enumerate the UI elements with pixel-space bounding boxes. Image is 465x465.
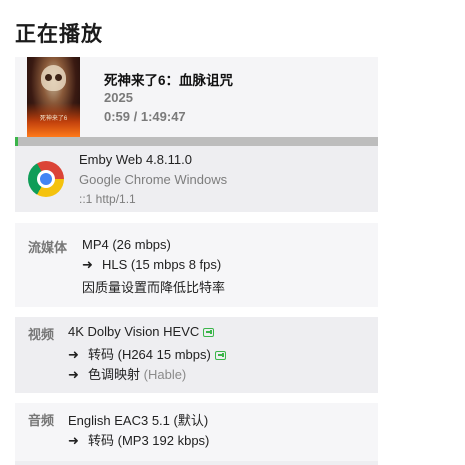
video-info-card: 视频 4K Dolby Vision HEVC ➜ 转码 (H264 15 mbp… — [15, 317, 378, 393]
chrome-icon-core — [40, 173, 52, 185]
audio-source: English EAC3 5.1 (默认) — [68, 413, 209, 428]
arrow-right-icon: ➜ — [82, 257, 93, 272]
client-app-name: Emby Web 4.8.11.0 — [79, 152, 192, 167]
arrow-right-icon: ➜ — [68, 433, 79, 448]
client-browser: Google Chrome Windows — [79, 172, 228, 187]
video-source: 4K Dolby Vision HEVC — [68, 324, 200, 339]
poster-title-text: 死神来了6 — [39, 116, 68, 122]
audio-transcode-line: ➜ 转码 (MP3 192 kbps) — [68, 430, 209, 449]
video-tonemap: 色调映射 — [88, 367, 141, 382]
audio-info-card: 音频 English EAC3 5.1 (默认) ➜ 转码 (MP3 192 kb… — [15, 403, 378, 461]
hardware-acceleration-icon — [203, 328, 215, 337]
hardware-acceleration-icon — [214, 351, 226, 360]
next-card-edge — [15, 461, 378, 465]
video-tonemap-line: ➜ 色调映射 (Hable) — [68, 364, 186, 383]
playback-progress-bar — [15, 137, 378, 146]
playback-progress-fill — [15, 137, 19, 146]
video-transcode: 转码 (H264 15 mbps) — [88, 347, 211, 362]
video-tonemap-mode: (Hable) — [143, 367, 187, 382]
page-title: 正在播放 — [15, 23, 103, 46]
chrome-icon-ring — [37, 170, 55, 188]
now-playing-card[interactable]: 死神来了6 死神来了6：血脉诅咒 2025 0:59 / 1:49:47 — [15, 57, 378, 137]
streaming-info-card: 流媒体 MP4 (26 mbps) ➜ HLS (15 mbps 8 fps) 因… — [15, 223, 378, 307]
chrome-icon — [28, 161, 64, 197]
video-label: 视频 — [28, 327, 55, 342]
streaming-label: 流媒体 — [28, 240, 68, 255]
streaming-hls: HLS (15 mbps 8 fps) — [102, 257, 222, 272]
client-info-card: Emby Web 4.8.11.0 Google Chrome Windows … — [15, 146, 378, 212]
streaming-hls-line: ➜ HLS (15 mbps 8 fps) — [82, 257, 221, 273]
movie-year: 2025 — [104, 90, 133, 105]
video-transcode-line: ➜ 转码 (H264 15 mbps) — [68, 344, 226, 363]
poster-skull-art — [41, 65, 66, 91]
audio-transcode: 转码 (MP3 192 kbps) — [88, 433, 210, 448]
arrow-right-icon: ➜ — [68, 367, 79, 382]
movie-poster[interactable]: 死神来了6 — [27, 57, 80, 137]
audio-label: 音频 — [28, 413, 55, 428]
playback-time: 0:59 / 1:49:47 — [104, 109, 186, 124]
client-connection: ::1 http/1.1 — [79, 192, 136, 206]
streaming-container: MP4 (26 mbps) — [82, 237, 171, 252]
video-source-line: 4K Dolby Vision HEVC — [68, 324, 215, 339]
streaming-reason: 因质量设置而降低比特率 — [82, 280, 226, 295]
movie-title[interactable]: 死神来了6：血脉诅咒 — [104, 69, 233, 89]
arrow-right-icon: ➜ — [68, 347, 79, 362]
